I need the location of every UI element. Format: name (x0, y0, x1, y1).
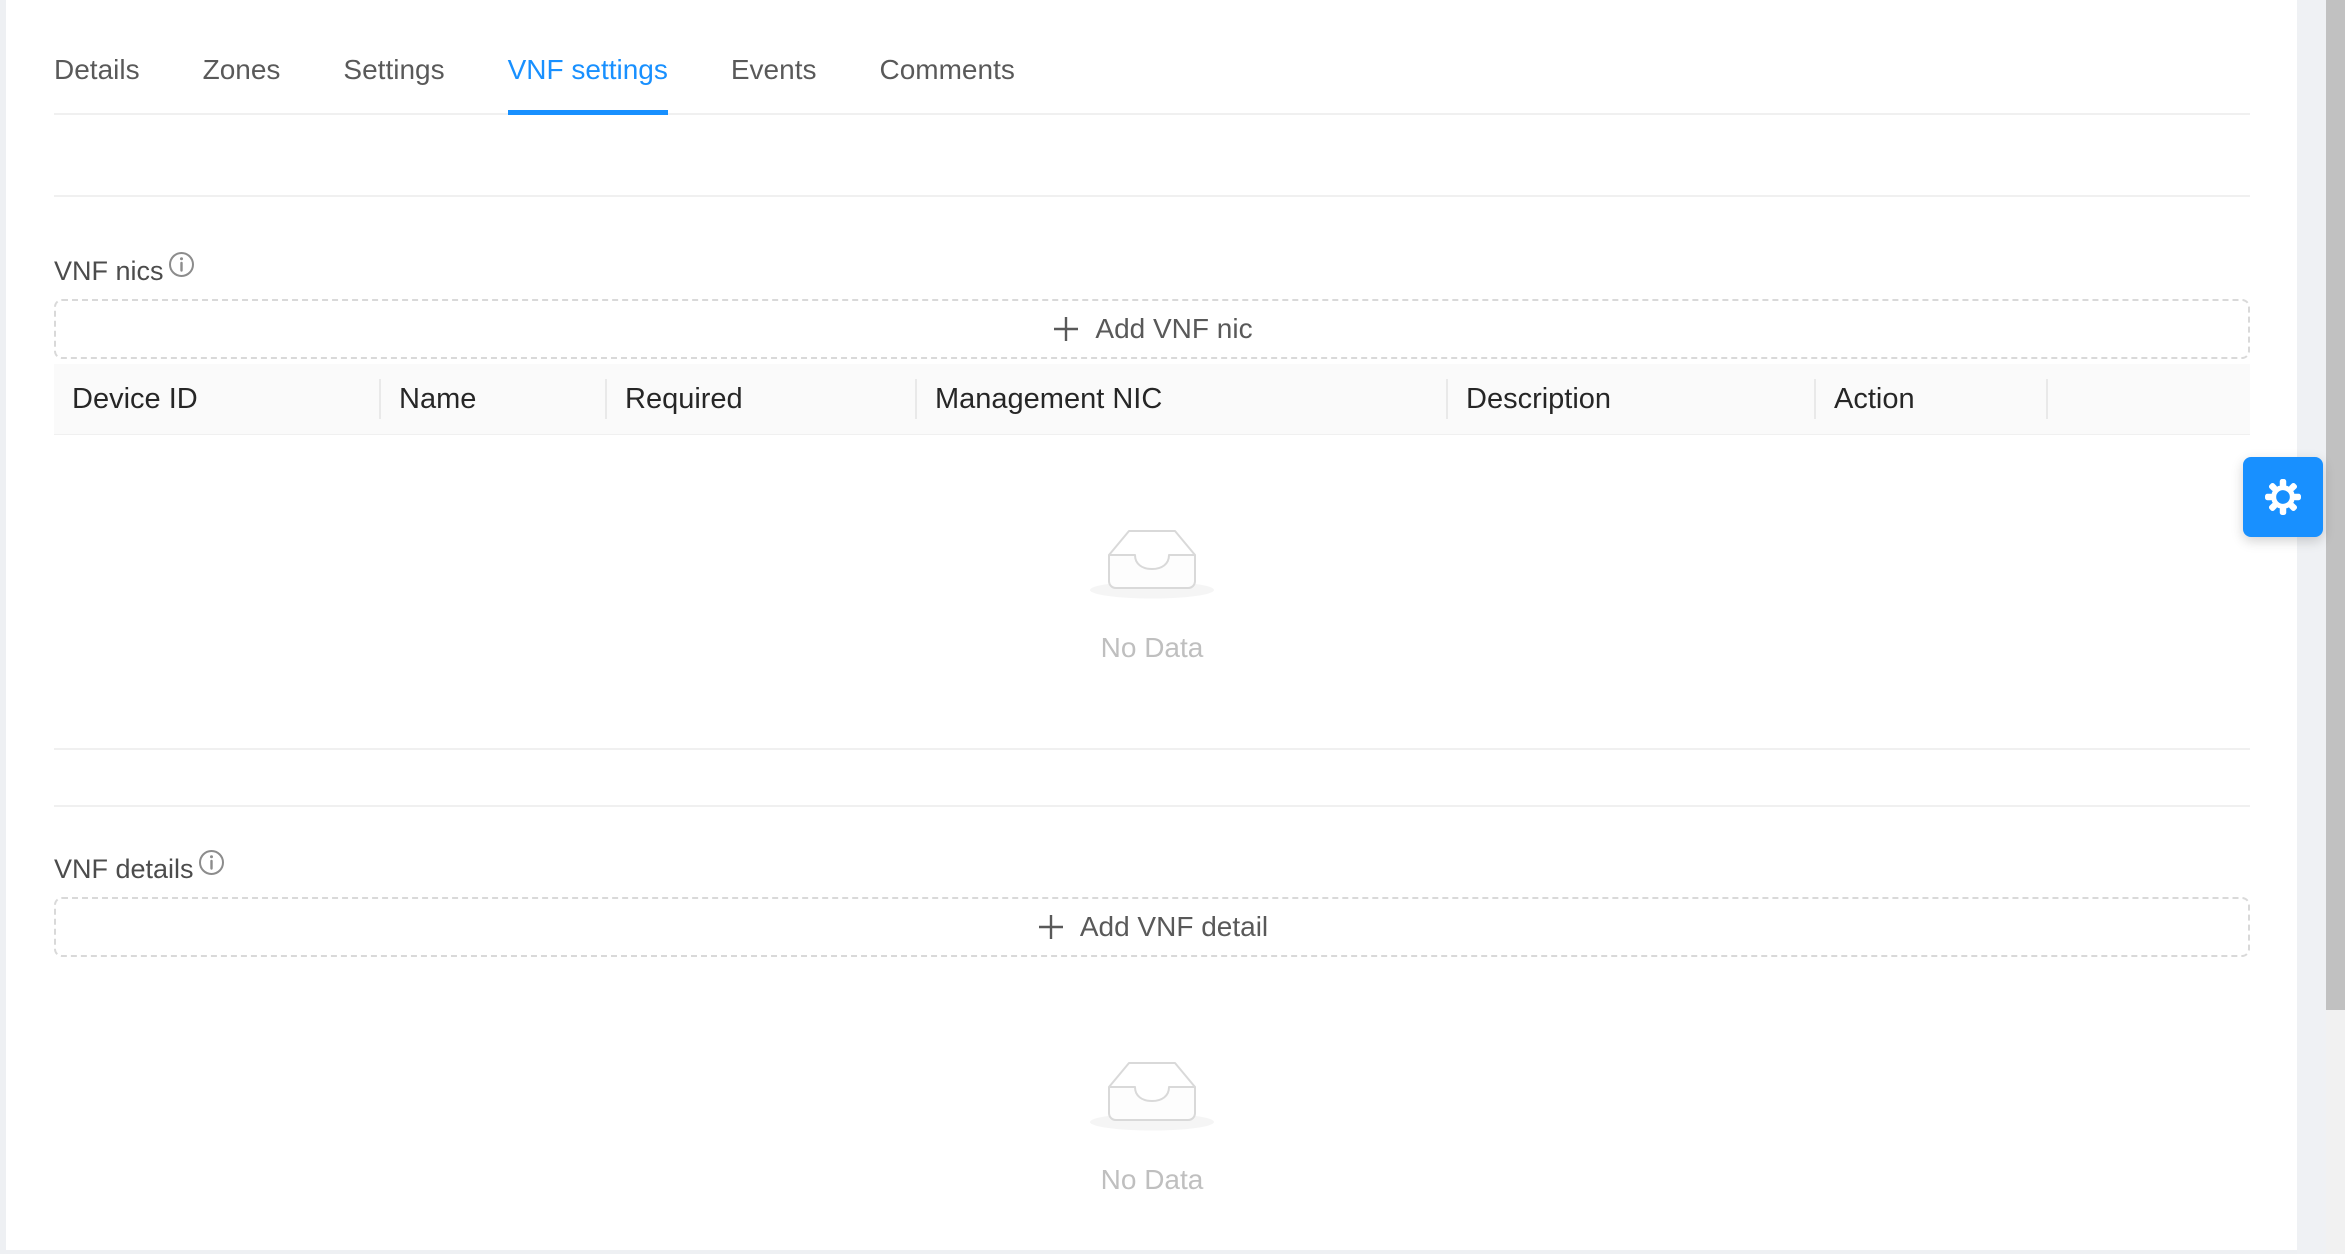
section-vnf-nics: VNF nics Add VNF nic (54, 251, 2250, 750)
vnf-nics-label-row: VNF nics (54, 251, 2250, 291)
column-header-action: Action (1816, 364, 2048, 434)
add-vnf-detail-button[interactable]: Add VNF detail (54, 897, 2250, 957)
tab-settings[interactable]: Settings (343, 54, 444, 113)
settings-fab-button[interactable] (2243, 457, 2323, 537)
vnf-nics-table-header: Device ID Name Required Management NIC D… (54, 364, 2250, 435)
column-header-device-id: Device ID (54, 364, 381, 434)
vnf-details-empty-state: No Data (54, 957, 2250, 1200)
add-vnf-nic-button[interactable]: Add VNF nic (54, 299, 2250, 359)
page: Details Zones Settings VNF settings Even… (0, 0, 2345, 1254)
empty-box-icon (1089, 521, 1215, 606)
vnf-nics-empty-state: No Data (54, 435, 2250, 750)
plus-icon (1051, 314, 1081, 344)
column-header-name: Name (381, 364, 607, 434)
info-circle-icon[interactable] (168, 251, 195, 291)
column-header-description: Description (1448, 364, 1816, 434)
vnf-details-label: VNF details (54, 852, 194, 886)
content-panel: Details Zones Settings VNF settings Even… (6, 0, 2297, 1250)
vnf-details-label-row: VNF details (54, 849, 2250, 889)
column-header-required: Required (607, 364, 917, 434)
tab-bar: Details Zones Settings VNF settings Even… (54, 0, 2250, 115)
tab-details[interactable]: Details (54, 54, 140, 113)
tab-events[interactable]: Events (731, 54, 817, 113)
tab-comments[interactable]: Comments (879, 54, 1014, 113)
plus-icon (1036, 912, 1066, 942)
add-vnf-nic-label: Add VNF nic (1095, 313, 1252, 345)
no-data-text: No Data (54, 628, 2250, 668)
page-gutter (2297, 0, 2326, 1254)
divider (54, 750, 2250, 807)
scrollbar-thumb[interactable] (2326, 0, 2345, 1010)
add-vnf-detail-label: Add VNF detail (1080, 911, 1268, 943)
column-header-management-nic: Management NIC (917, 364, 1448, 434)
section-vnf-details: VNF details Add VNF detail (54, 849, 2250, 1200)
vnf-nics-label: VNF nics (54, 254, 164, 288)
column-header-blank (2048, 364, 2250, 434)
scrollbar-track[interactable] (2326, 0, 2345, 1254)
divider (54, 115, 2250, 197)
tab-zones[interactable]: Zones (203, 54, 281, 113)
gear-icon (2260, 474, 2306, 520)
no-data-text: No Data (54, 1160, 2250, 1200)
tab-vnf-settings[interactable]: VNF settings (508, 54, 668, 113)
empty-box-icon (1089, 1053, 1215, 1138)
info-circle-icon[interactable] (198, 849, 225, 889)
